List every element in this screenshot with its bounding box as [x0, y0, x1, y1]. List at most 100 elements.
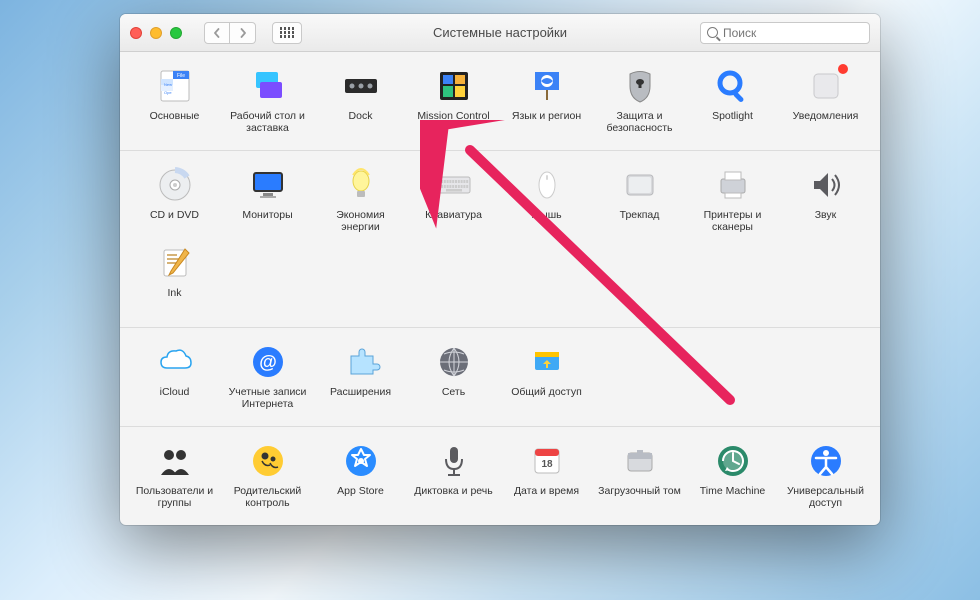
pref-item-sound[interactable]: Звук — [779, 163, 872, 235]
pref-item-parental[interactable]: Родительский контроль — [221, 439, 314, 511]
pref-item-label: Звук — [815, 209, 837, 233]
pref-item-label: Расширения — [330, 386, 391, 410]
pref-item-label: Дата и время — [514, 485, 579, 509]
pref-item-label: Загрузочный том — [598, 485, 681, 509]
show-all-button[interactable] — [272, 22, 302, 44]
pref-item-ink[interactable]: Ink — [128, 241, 221, 313]
search-field[interactable] — [700, 22, 870, 44]
pref-item-users[interactable]: Пользователи и группы — [128, 439, 221, 511]
pref-item-label: App Store — [337, 485, 384, 509]
pref-item-printers[interactable]: Принтеры и сканеры — [686, 163, 779, 235]
pref-item-label: Основные — [150, 110, 200, 134]
displays-icon — [248, 165, 288, 205]
icloud-icon — [155, 342, 195, 382]
security-icon — [620, 66, 660, 106]
zoom-icon[interactable] — [170, 27, 182, 39]
pref-item-label: Spotlight — [712, 110, 753, 134]
pref-item-label: Общий доступ — [511, 386, 582, 410]
mission-icon — [434, 66, 474, 106]
parental-icon — [248, 441, 288, 481]
startup-icon — [620, 441, 660, 481]
pref-item-label: Mission Control — [417, 110, 489, 134]
pref-item-label: Рабочий стол и заставка — [225, 110, 311, 134]
pref-item-label: Time Machine — [700, 485, 766, 509]
pref-item-label: iCloud — [160, 386, 190, 410]
pref-item-label: CD и DVD — [150, 209, 199, 233]
accounts-icon: @ — [248, 342, 288, 382]
minimize-icon[interactable] — [150, 27, 162, 39]
language-icon — [527, 66, 567, 106]
pref-item-notifications[interactable]: Уведомления — [779, 64, 872, 136]
pref-item-label: Ink — [167, 287, 181, 311]
pref-item-displays[interactable]: Мониторы — [221, 163, 314, 235]
dock-icon — [341, 66, 381, 106]
pref-item-label: Защита и безопасность — [597, 110, 683, 134]
search-input[interactable] — [723, 26, 863, 40]
timemachine-icon — [713, 441, 753, 481]
pref-item-label: Универсальный доступ — [783, 485, 869, 509]
datetime-icon: 18 — [527, 441, 567, 481]
pref-item-label: Мониторы — [242, 209, 292, 233]
notification-badge-icon — [837, 63, 849, 75]
svg-text:@: @ — [259, 352, 277, 372]
spotlight-icon — [713, 66, 753, 106]
general-icon: FileNewOpe — [155, 66, 195, 106]
pref-item-label: Трекпад — [620, 209, 660, 233]
prefs-section: CD и DVD Мониторы Экономия энергииКлавиату… — [120, 151, 880, 328]
pref-item-timemachine[interactable]: Time Machine — [686, 439, 779, 511]
pref-item-sharing[interactable]: Общий доступ — [500, 340, 593, 412]
mouse-icon — [527, 165, 567, 205]
forward-button[interactable] — [230, 22, 256, 44]
pref-item-label: Пользователи и группы — [132, 485, 218, 509]
pref-item-network[interactable]: Сеть — [407, 340, 500, 412]
close-icon[interactable] — [130, 27, 142, 39]
pref-item-label: Родительский контроль — [225, 485, 311, 509]
pref-item-dictation[interactable]: Диктовка и речь — [407, 439, 500, 511]
extensions-icon — [341, 342, 381, 382]
pref-item-cddvd[interactable]: CD и DVD — [128, 163, 221, 235]
pref-item-startup[interactable]: Загрузочный том — [593, 439, 686, 511]
sharing-icon — [527, 342, 567, 382]
pref-item-label: Уведомления — [793, 110, 859, 134]
pref-item-label: Dock — [349, 110, 373, 134]
dictation-icon — [434, 441, 474, 481]
pref-item-mission[interactable]: Mission Control — [407, 64, 500, 136]
pref-item-label: Мышь — [531, 209, 561, 233]
prefs-section: FileNewOpe Основные Рабочий стол и заставк… — [120, 52, 880, 151]
pref-item-appstore[interactable]: App Store — [314, 439, 407, 511]
search-icon — [707, 27, 718, 38]
pref-item-label: Язык и регион — [512, 110, 581, 134]
svg-text:Ope: Ope — [164, 90, 172, 95]
window-controls — [130, 27, 182, 39]
pref-item-label: Принтеры и сканеры — [690, 209, 776, 233]
energy-icon — [341, 165, 381, 205]
pref-item-desktop[interactable]: Рабочий стол и заставка — [221, 64, 314, 136]
pref-item-language[interactable]: Язык и регион — [500, 64, 593, 136]
pref-item-security[interactable]: Защита и безопасность — [593, 64, 686, 136]
keyboard-icon — [434, 165, 474, 205]
pref-item-accounts[interactable]: @Учетные записи Интернета — [221, 340, 314, 412]
pref-item-extensions[interactable]: Расширения — [314, 340, 407, 412]
nav-buttons — [204, 22, 256, 44]
pref-item-datetime[interactable]: 18 Дата и время — [500, 439, 593, 511]
cddvd-icon — [155, 165, 195, 205]
pref-item-mouse[interactable]: Мышь — [500, 163, 593, 235]
prefs-section: iCloud @Учетные записи Интернета Расширени… — [120, 328, 880, 427]
pref-item-label: Экономия энергии — [318, 209, 404, 233]
sound-icon — [806, 165, 846, 205]
pref-item-dock[interactable]: Dock — [314, 64, 407, 136]
pref-item-trackpad[interactable]: Трекпад — [593, 163, 686, 235]
appstore-icon — [341, 441, 381, 481]
pref-item-energy[interactable]: Экономия энергии — [314, 163, 407, 235]
pref-item-accessibility[interactable]: Универсальный доступ — [779, 439, 872, 511]
pref-item-icloud[interactable]: iCloud — [128, 340, 221, 412]
pref-item-keyboard[interactable]: Клавиатура — [407, 163, 500, 235]
pref-item-general[interactable]: FileNewOpe Основные — [128, 64, 221, 136]
network-icon — [434, 342, 474, 382]
printers-icon — [713, 165, 753, 205]
svg-text:18: 18 — [541, 459, 553, 470]
svg-text:File: File — [176, 73, 184, 79]
back-button[interactable] — [204, 22, 230, 44]
system-preferences-window: Системные настройки FileNewOpeОсновныеРа… — [120, 14, 880, 525]
pref-item-spotlight[interactable]: Spotlight — [686, 64, 779, 136]
